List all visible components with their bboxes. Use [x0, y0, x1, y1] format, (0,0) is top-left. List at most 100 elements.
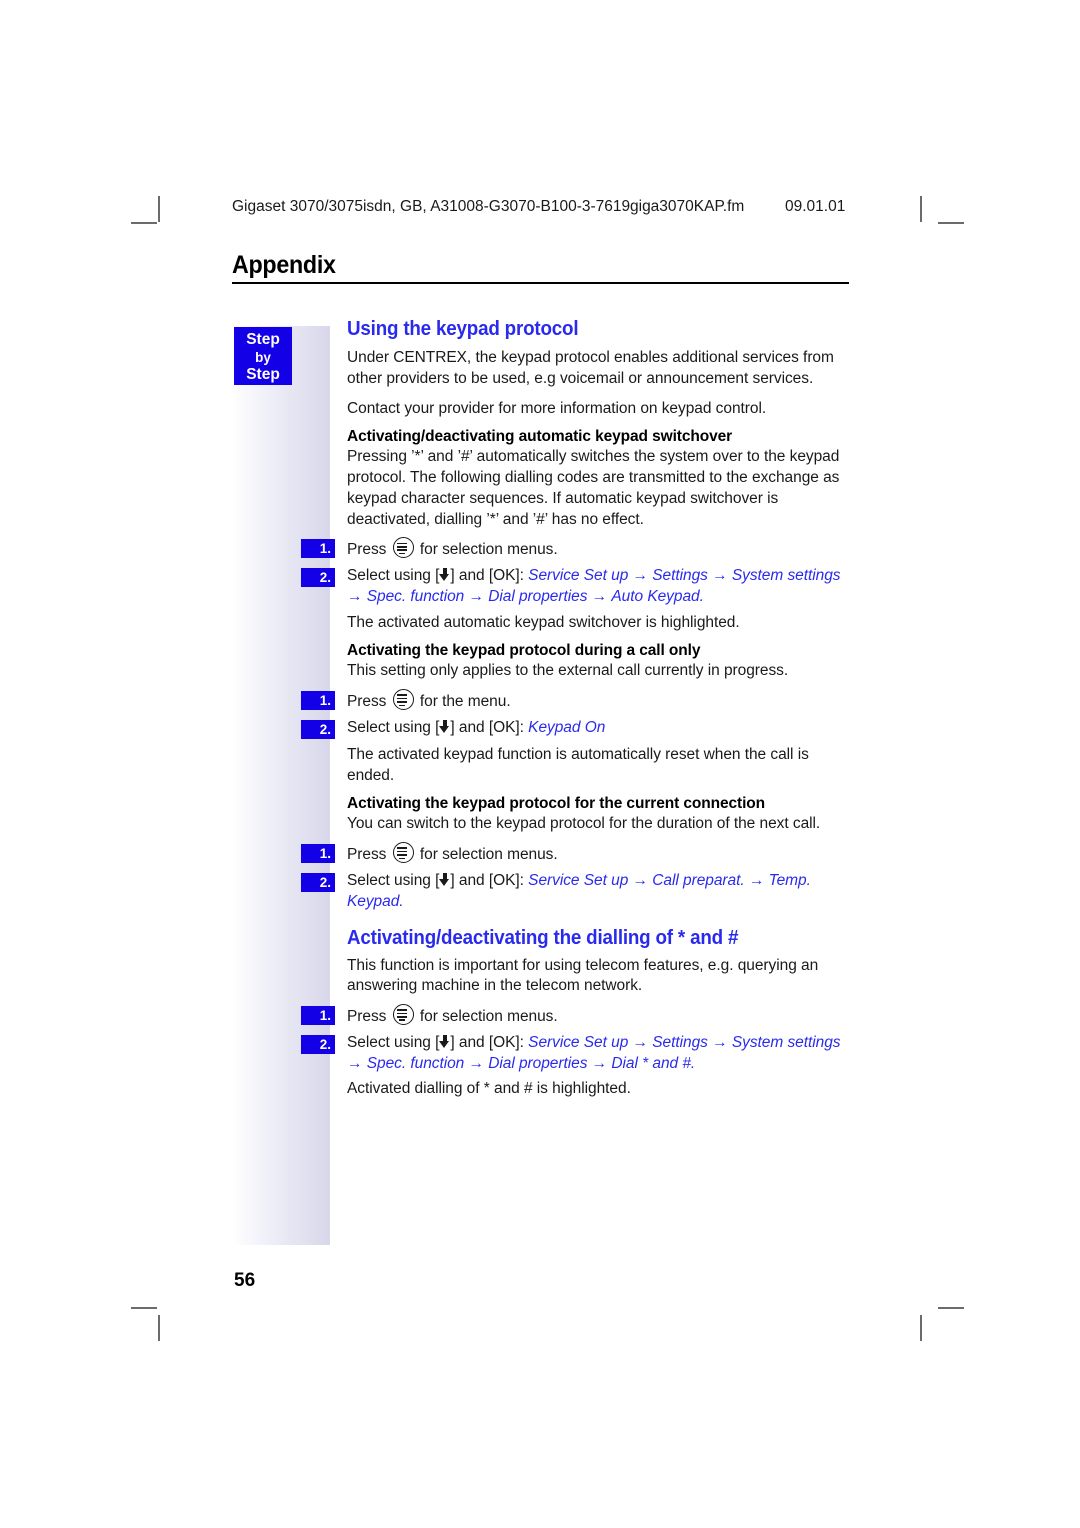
menu-key-icon [392, 1004, 414, 1026]
path-arrow-icon: → [744, 872, 769, 890]
step-text-after-icon: ] and [OK]: [450, 718, 524, 736]
subsection-heading-current-connection: Activating the keypad protocol for the c… [347, 795, 766, 813]
crop-mark-bottom-left-vertical [158, 1315, 160, 1341]
path-arrow-icon: → [628, 872, 653, 890]
chapter-header: Appendix [232, 251, 849, 285]
menu-path-segment: Service Set up [528, 872, 629, 890]
menu-key-icon [392, 842, 414, 864]
subsection-heading-during-call: Activating the keypad protocol during a … [347, 642, 701, 660]
step-number-badge: 2. [301, 873, 335, 893]
step-number-badge: 1. [301, 1006, 335, 1026]
menu-key-icon [392, 689, 414, 711]
step-text-after-icon: ] and [OK]: [450, 872, 524, 890]
header-date: 09.01.01 [785, 198, 846, 215]
subsection-heading-auto-switchover: Activating/deactivating automatic keypad… [347, 428, 733, 446]
path-arrow-icon: → [707, 1033, 732, 1051]
step-text-after-icon: ] and [OK]: [450, 1033, 524, 1051]
auto-switchover-body: Pressing ’*’ and ’#’ automatically switc… [347, 448, 840, 528]
current-connection-body: You can switch to the keypad protocol fo… [347, 815, 821, 833]
menu-path-segment: Dial properties [488, 587, 588, 605]
page-title: Appendix [232, 251, 336, 279]
path-arrow-icon: → [587, 1054, 612, 1072]
step-by-step-badge: Step by Step [234, 327, 292, 385]
down-arrow-key-icon [439, 719, 450, 734]
menu-key-icon [392, 537, 414, 559]
step-number-badge: 2. [301, 1034, 335, 1054]
menu-path-segment: Service Set up [528, 567, 629, 585]
step-instruction: Select using [] and [OK]: Service Set up… [347, 567, 841, 605]
crop-mark-top-left-horizontal [131, 222, 157, 224]
crop-mark-top-right-horizontal [938, 222, 964, 224]
path-arrow-icon: → [628, 567, 653, 585]
menu-path-segment: Auto Keypad [611, 587, 700, 605]
badge-line-1: Step [246, 331, 280, 348]
step-row: 2. Select using [] and [OK]: Service Set… [301, 871, 854, 913]
menu-path-terminator: . [399, 892, 404, 910]
step-instruction: Select using [] and [OK]: Service Set up… [347, 872, 811, 910]
intro-paragraph-1: Under CENTREX, the keypad protocol enabl… [347, 349, 834, 387]
step-text-before-icon: Press [347, 541, 387, 559]
step-row: 2. Select using [ ] and [OK]: Service Set… [301, 1033, 854, 1075]
running-header: Gigaset 3070/3075isdn, GB, A31008-G3070-… [232, 198, 872, 220]
menu-path: Keypad On [528, 719, 605, 736]
path-arrow-icon: → [464, 1054, 489, 1072]
step-instruction: Press for selection menus. [347, 842, 558, 864]
step-row: 1. Press for selection menus. [301, 1004, 854, 1028]
menu-path-terminator: . [699, 587, 704, 605]
step-number-badge: 2. [301, 568, 335, 588]
menu-path-segment: Spec. function [366, 587, 465, 605]
step-text-before-icon: Select using [ [347, 718, 440, 736]
main-content: Using the keypad protocol Under CENTREX,… [301, 318, 854, 1109]
auto-switchover-note: The activated automatic keypad switchove… [347, 613, 740, 631]
menu-path-segment: System settings [731, 1033, 841, 1051]
step-text-after-icon: for selection menus. [419, 846, 558, 864]
step-by-step-sidebar [232, 326, 330, 1245]
menu-path-terminator: . [690, 1054, 696, 1072]
step-row: 2. Select using [] and [OK]: Service Set… [301, 566, 854, 608]
step-number-badge: 1. [301, 539, 335, 559]
step-number-badge: 2. [301, 719, 335, 739]
path-arrow-icon: → [347, 587, 367, 605]
step-number-badge: 1. [301, 844, 335, 864]
menu-path-segment: Keypad On [528, 718, 606, 736]
step-text-after-icon: for selection menus. [419, 541, 558, 559]
path-arrow-icon: → [347, 1054, 367, 1072]
path-arrow-icon: → [707, 567, 732, 585]
menu-path-segment: Settings [652, 567, 708, 585]
down-arrow-key-icon [439, 1034, 450, 1049]
menu-path-segment: Spec. function [366, 1054, 465, 1072]
menu-path-segment: Service Set up [528, 1033, 629, 1051]
section-heading-dial-star-hash: Activating/deactivating the dialling of … [347, 926, 739, 949]
down-arrow-key-icon [439, 568, 450, 582]
badge-line-2: by [255, 349, 271, 365]
during-call-body: This setting only applies to the externa… [347, 662, 789, 680]
crop-mark-bottom-right-vertical [920, 1315, 922, 1341]
during-call-note: The activated keypad function is automat… [347, 745, 809, 784]
crop-mark-bottom-right-horizontal [938, 1307, 964, 1309]
step-instruction: Select using [ ] and [OK]: Keypad On [347, 719, 605, 736]
section-heading-keypad-protocol: Using the keypad protocol [347, 318, 579, 340]
step-text-before-icon: Press [347, 846, 387, 864]
step-instruction: Press for selection menus. [347, 1004, 558, 1026]
menu-path-segment: System settings [731, 567, 841, 585]
path-arrow-icon: → [628, 1033, 653, 1051]
step-text-before-icon: Select using [ [347, 1033, 440, 1051]
dial-star-hash-note: Activated dialling of * and # is highlig… [347, 1080, 631, 1098]
step-row: 2. Select using [ ] and [OK]: Keypad On [301, 718, 854, 740]
badge-line-3: Step [246, 366, 280, 384]
crop-mark-bottom-left-horizontal [131, 1307, 157, 1309]
step-text-before-icon: Select using [ [347, 567, 440, 585]
header-filename: giga3070KAP.fm [630, 198, 745, 215]
step-row: 1. Press for selection menus. [301, 537, 854, 561]
step-row: 1. Press for the menu. [301, 689, 854, 713]
step-row: 1. Press for selection menus. [301, 842, 854, 866]
step-text-before-icon: Press [347, 1008, 387, 1026]
step-text-before-icon: Press [347, 693, 387, 711]
step-text-after-icon: for the menu. [419, 693, 511, 711]
menu-path-segment: Settings [652, 1033, 708, 1051]
dial-star-hash-body: This function is important for using tel… [347, 956, 819, 995]
down-arrow-key-icon [439, 873, 450, 887]
step-instruction: Press for selection menus. [347, 537, 558, 559]
menu-path-segment: Dial * and # [611, 1054, 691, 1072]
path-arrow-icon: → [587, 587, 612, 605]
